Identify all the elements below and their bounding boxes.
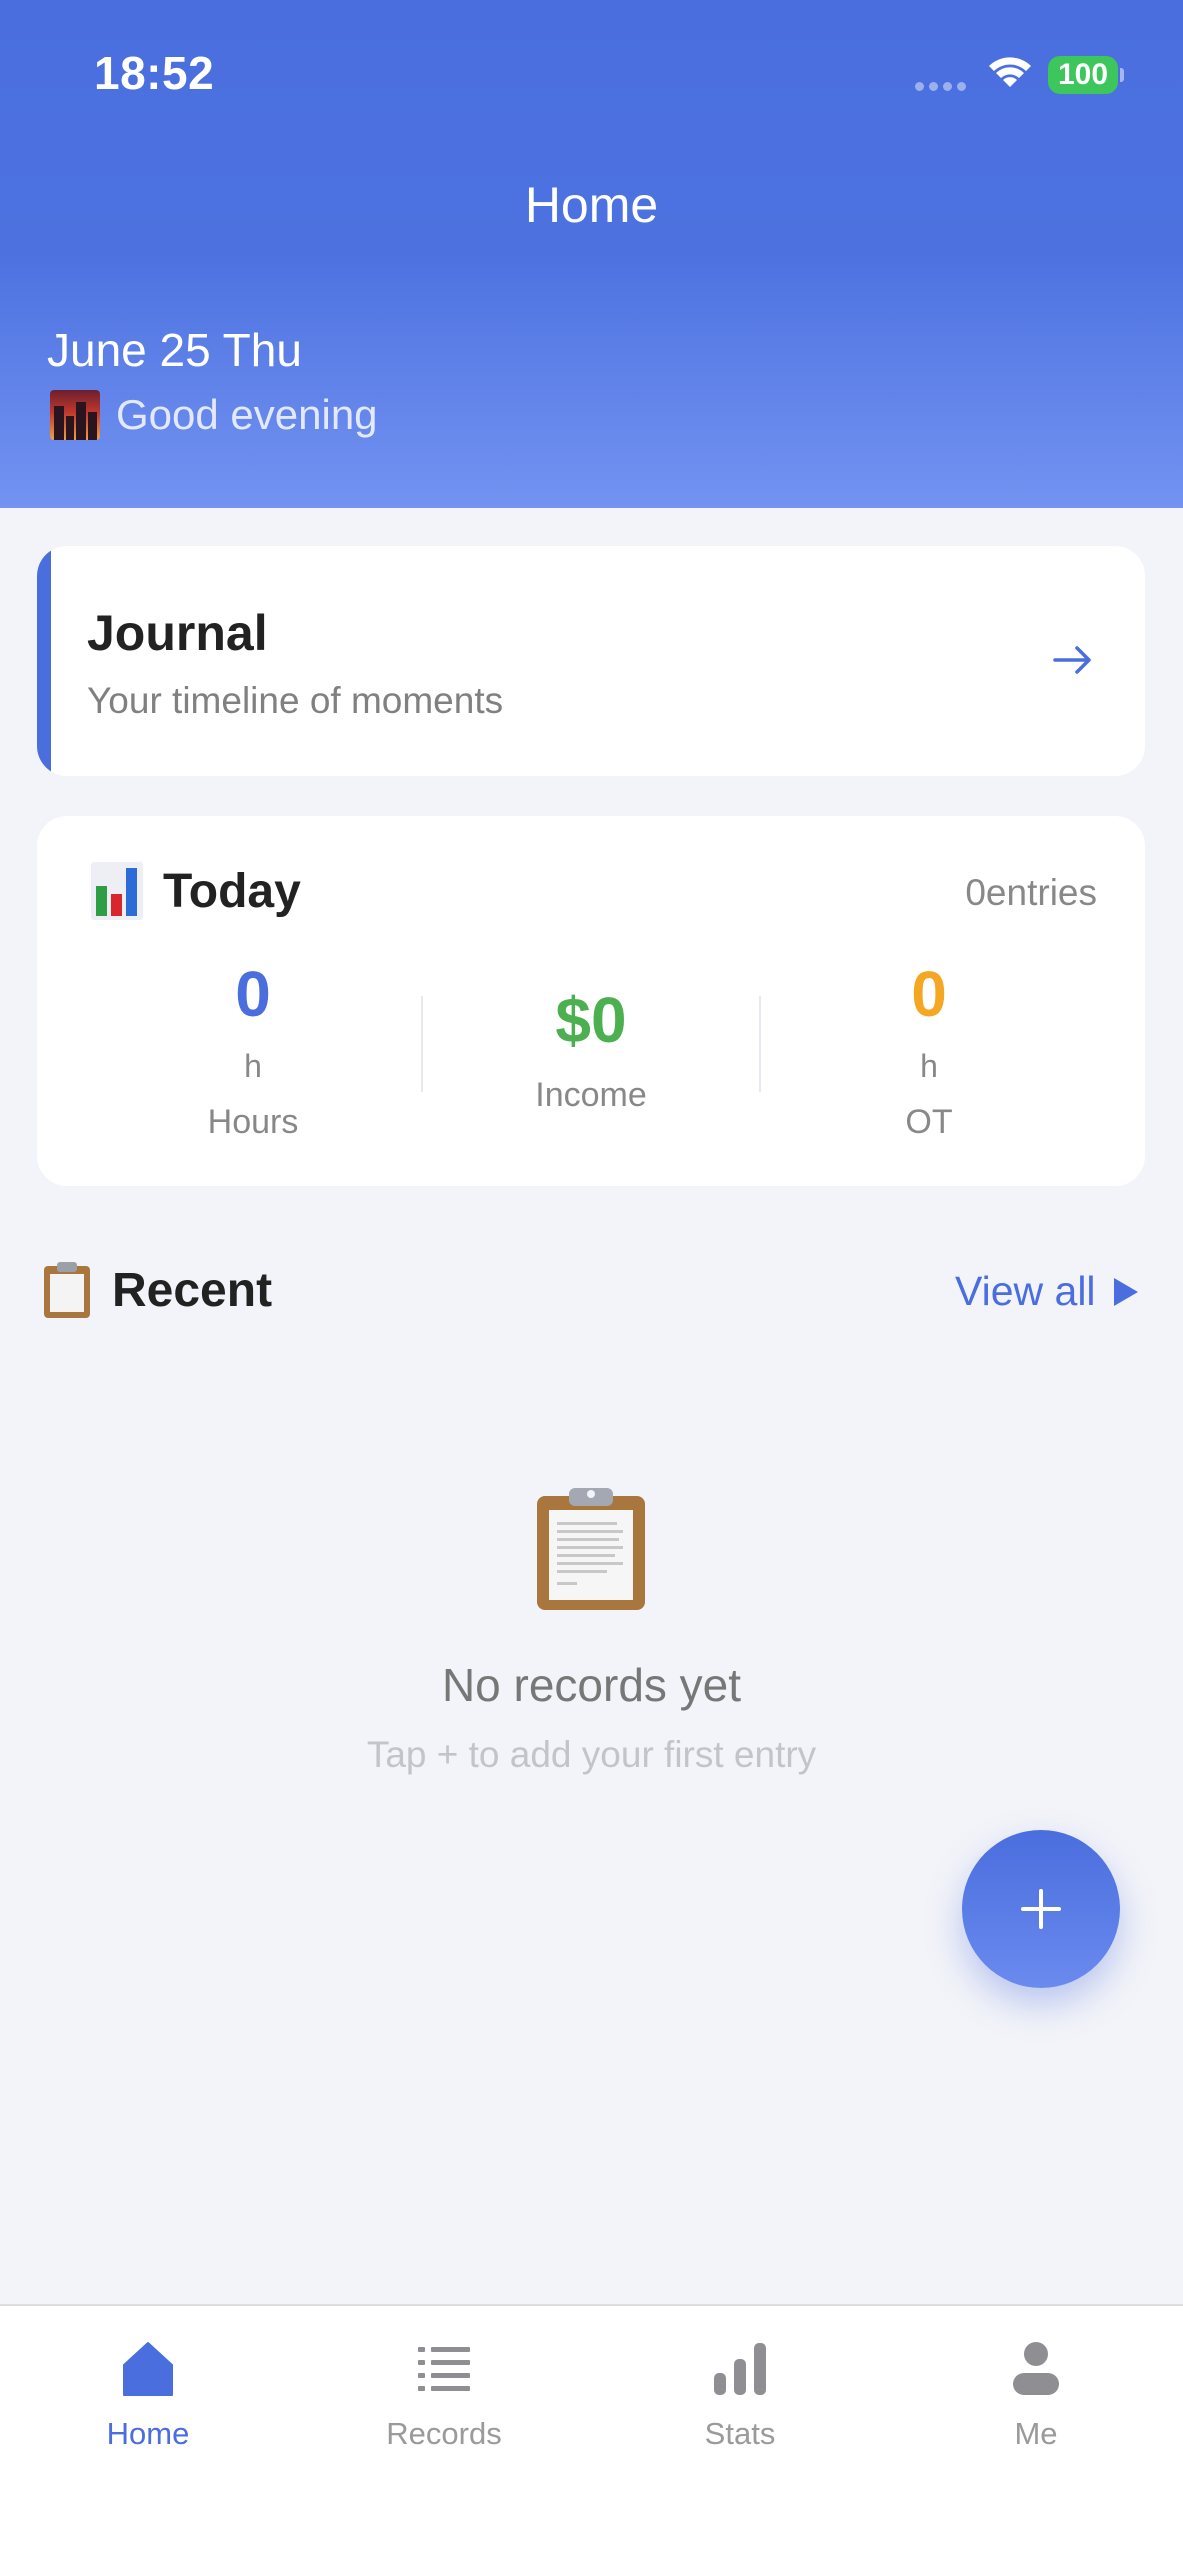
arrow-right-icon: [1053, 646, 1091, 674]
journal-title: Journal: [87, 605, 268, 661]
bar-chart-icon: [714, 2343, 766, 2395]
recent-title: Recent: [112, 1263, 273, 1317]
greeting: Good evening: [50, 390, 378, 440]
tab-records[interactable]: Records: [296, 2334, 592, 2452]
entries-count: 0entries: [965, 872, 1097, 913]
city-sunset-icon: [50, 390, 100, 440]
battery-indicator: 100: [1048, 56, 1118, 94]
hours-label: Hours: [207, 1103, 299, 1141]
tab-stats-label: Stats: [704, 2416, 776, 2451]
stat-ot: 0 h OT: [779, 962, 1079, 1142]
page-title: Home: [524, 177, 659, 233]
ot-label: OT: [905, 1103, 953, 1141]
tab-stats[interactable]: Stats: [592, 2334, 888, 2452]
view-all-link[interactable]: View all: [955, 1268, 1138, 1315]
clipboard-icon: [44, 1262, 90, 1318]
status-time: 18:52: [94, 47, 215, 99]
header: 18:52 100 Home June 25 Thu Good evening: [0, 0, 1183, 508]
empty-hint: Tap + to add your first entry: [366, 1734, 817, 1775]
battery-cap: [1120, 68, 1124, 82]
bar-chart-icon: [91, 862, 143, 920]
list-icon: [418, 2347, 470, 2391]
tab-me-label: Me: [1014, 2416, 1058, 2451]
stat-divider: [421, 996, 423, 1092]
journal-subtitle: Your timeline of moments: [87, 680, 504, 721]
income-label: Income: [535, 1076, 647, 1114]
hours-unit: h: [244, 1048, 262, 1084]
header-date: June 25 Thu: [47, 324, 302, 376]
today-header: Today: [91, 862, 301, 920]
tab-bar: Home Records Stats Me: [0, 2304, 1183, 2562]
stat-hours: 0 h Hours: [103, 962, 403, 1142]
clipboard-icon: [537, 1488, 645, 1610]
income-value: $0: [555, 984, 627, 1056]
tab-records-label: Records: [386, 2416, 502, 2451]
cellular-signal-icon: [915, 82, 966, 91]
tab-home-label: Home: [106, 2416, 190, 2451]
today-title: Today: [163, 864, 301, 918]
wifi-icon: [989, 57, 1031, 87]
greeting-text: Good evening: [116, 391, 378, 438]
journal-card[interactable]: Journal Your timeline of moments: [37, 546, 1145, 776]
stat-income: $0 Income: [441, 988, 741, 1115]
today-card: Today 0entries 0 h Hours $0 Income 0 h O…: [37, 816, 1145, 1186]
empty-title: No records yet: [441, 1659, 742, 1711]
triangle-right-icon: [1113, 1277, 1138, 1306]
ot-unit: h: [920, 1048, 938, 1084]
hours-value: 0: [235, 958, 271, 1030]
view-all-label: View all: [955, 1268, 1096, 1314]
tab-home[interactable]: Home: [0, 2334, 296, 2452]
stat-divider: [759, 996, 761, 1092]
journal-accent-bar: [37, 546, 51, 776]
add-entry-button[interactable]: [962, 1830, 1120, 1988]
ot-value: 0: [911, 958, 947, 1030]
home-icon: [123, 2342, 173, 2396]
tab-me[interactable]: Me: [888, 2334, 1183, 2452]
recent-header: Recent: [42, 1260, 272, 1320]
person-icon: [1013, 2342, 1059, 2395]
